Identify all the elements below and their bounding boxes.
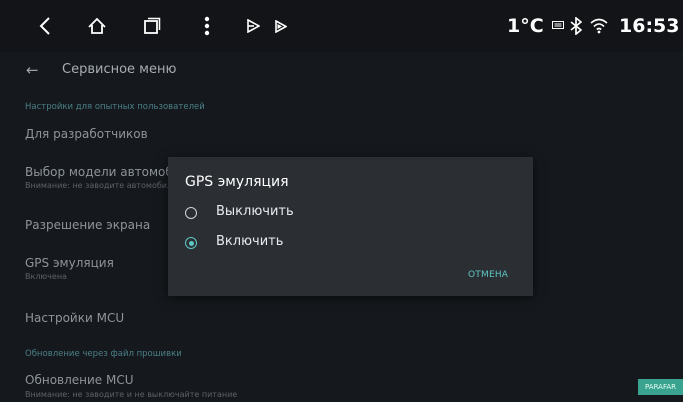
pref-developer-title: Для разработчиков [25,127,148,141]
app-bar: ← Сервисное меню [0,52,683,90]
wifi-icon [588,0,610,52]
section-header-firmware: Обновление через файл прошивки [25,349,182,359]
bluetooth-icon [567,0,585,52]
pref-mcu-update[interactable]: Обновление MCU Внимание: не заводите и н… [0,370,683,402]
pref-gps-title: GPS эмуляция [25,256,114,270]
gps-emulation-dialog: GPS эмуляция Выключить Включить ОТМЕНА [168,157,533,296]
clock-text: 16:53 [619,15,680,37]
home-icon[interactable] [84,0,110,52]
page-title: Сервисное меню [62,62,177,77]
section-header-advanced: Настройки для опытных пользователей [25,102,205,112]
pref-gps-summary: Включена [25,272,67,281]
option-enable-label: Включить [216,234,284,249]
status-bar: 1°C 16:53 [0,0,683,52]
back-icon[interactable] [33,0,57,52]
option-disable[interactable]: Выключить [168,199,533,229]
pref-mcu-settings-title: Настройки MCU [25,311,125,325]
watermark-logo: PARAFAR [638,379,683,395]
recents-icon[interactable] [140,0,164,52]
pref-mcu-update-summary: Внимание: не заводите и не выключайте пи… [25,390,238,399]
media-icon-2[interactable] [271,0,289,52]
pref-resolution-title: Разрешение экрана [25,218,151,232]
option-enable[interactable]: Включить [168,229,533,259]
option-disable-label: Выключить [216,204,294,219]
radio-checked-icon[interactable] [185,237,197,249]
pref-developer[interactable]: Для разработчиков [0,122,683,146]
cancel-button[interactable]: ОТМЕНА [468,270,508,280]
pref-mcu-update-title: Обновление MCU [25,373,134,387]
pref-mcu-settings[interactable]: Настройки MCU [0,307,683,331]
dialog-title: GPS эмуляция [185,174,289,190]
temperature-text: 1°C [507,15,544,37]
more-vert-icon[interactable] [199,0,215,52]
pref-car-model-summary: Внимание: не заводите автомобиль [25,181,177,190]
back-arrow-icon[interactable]: ← [26,61,39,79]
media-icon-1[interactable] [244,0,262,52]
radio-unchecked-icon[interactable] [185,207,197,219]
message-icon [550,0,566,52]
